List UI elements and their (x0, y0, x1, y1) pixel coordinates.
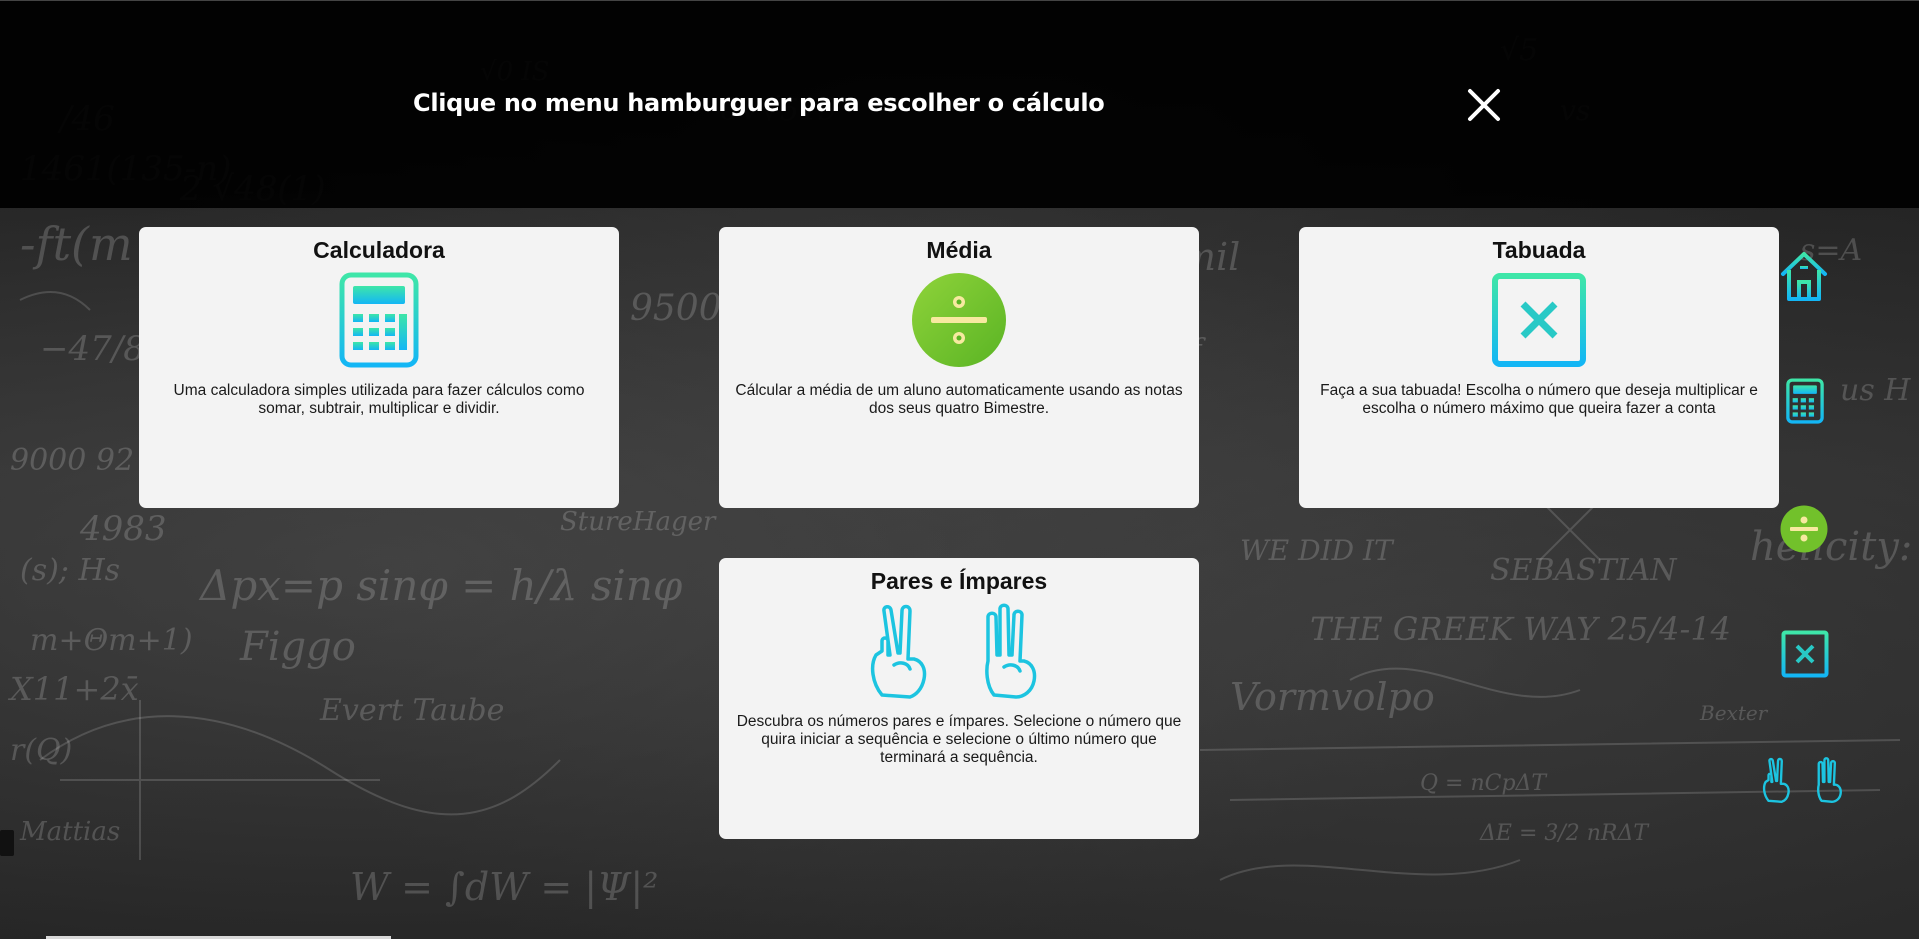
hands-icon[interactable] (1760, 755, 1850, 805)
card-title: Calculadora (313, 237, 445, 263)
svg-text:4983: 4983 (79, 509, 167, 549)
svg-text:Bexter: Bexter (1699, 701, 1769, 725)
close-button[interactable] (1466, 87, 1502, 123)
calculator-icon[interactable] (1786, 376, 1824, 426)
card-description: Cálcular a média de um aluno automaticam… (735, 382, 1183, 417)
calculator-icon (339, 272, 419, 368)
card-title: Tabuada (1492, 237, 1586, 263)
svg-text:ΔE = 3/2 nRΔT: ΔE = 3/2 nRΔT (1479, 821, 1650, 846)
svg-text:THE GREEK WAY 25/4-14: THE GREEK WAY 25/4-14 (1310, 610, 1731, 648)
svg-text:Δpx=p sinφ = h/λ sinφ: Δpx=p sinφ = h/λ sinφ (198, 561, 683, 610)
svg-text:helicity:: helicity: (1750, 524, 1912, 570)
svg-text:Evert Taube: Evert Taube (319, 693, 504, 728)
svg-text:r(Q): r(Q) (10, 733, 72, 768)
svg-text:Vormvolpo: Vormvolpo (1230, 675, 1435, 719)
multiply-icon (1492, 273, 1586, 367)
svg-text:StureHager: StureHager (560, 507, 717, 537)
svg-text:SEBASTIAN: SEBASTIAN (1490, 553, 1678, 588)
svg-text:m+Θm+1): m+Θm+1) (30, 623, 193, 658)
card-tabuada[interactable]: Tabuada Faça a sua tabuada! Escolha o nú… (1299, 227, 1779, 508)
svg-text:W = ∫dW = |Ψ|²: W = ∫dW = |Ψ|² (350, 865, 658, 909)
svg-text:X11+2x̄: X11+2x̄ (7, 670, 139, 708)
card-title: Média (926, 237, 992, 263)
svg-text:9000 92: 9000 92 (10, 443, 134, 478)
svg-text:9500: 9500 (630, 288, 722, 329)
home-icon[interactable] (1780, 250, 1828, 302)
multiply-icon[interactable] (1781, 630, 1829, 678)
header-bar: Clique no menu hamburguer para escolher … (0, 0, 1919, 208)
svg-text:WE DID IT: WE DID IT (1240, 534, 1395, 567)
hands-icon (870, 603, 1037, 699)
card-title: Pares e Ímpares (870, 568, 1048, 594)
page-title: Clique no menu hamburguer para escolher … (413, 89, 1105, 117)
card-description: Faça a sua tabuada! Escolha o número que… (1320, 382, 1758, 417)
card-pares-impares[interactable]: Pares e Ímpares Descubra os números pare… (719, 558, 1199, 839)
svg-text:Figgo: Figgo (239, 624, 356, 670)
card-media[interactable]: Média Cálcular a média de um aluno autom… (719, 227, 1199, 508)
svg-text:Q = nCpΔT: Q = nCpΔT (1420, 771, 1548, 796)
close-icon (1468, 89, 1500, 121)
svg-text:us H: us H (1840, 373, 1911, 408)
divide-icon[interactable] (1780, 505, 1828, 553)
card-description: Descubra os números pares e ímpares. Sel… (736, 713, 1182, 766)
svg-text:(s); Hs: (s); Hs (20, 553, 120, 588)
card-description: Uma calculadora simples utilizada para f… (173, 382, 585, 417)
svg-text:Mattias: Mattias (19, 817, 120, 847)
svg-text:-ft(m: -ft(m (20, 217, 133, 271)
card-calculadora[interactable]: Calculadora Uma calculadora simples util… (139, 227, 619, 508)
divide-icon (912, 273, 1006, 367)
left-edge-marker (0, 830, 14, 856)
